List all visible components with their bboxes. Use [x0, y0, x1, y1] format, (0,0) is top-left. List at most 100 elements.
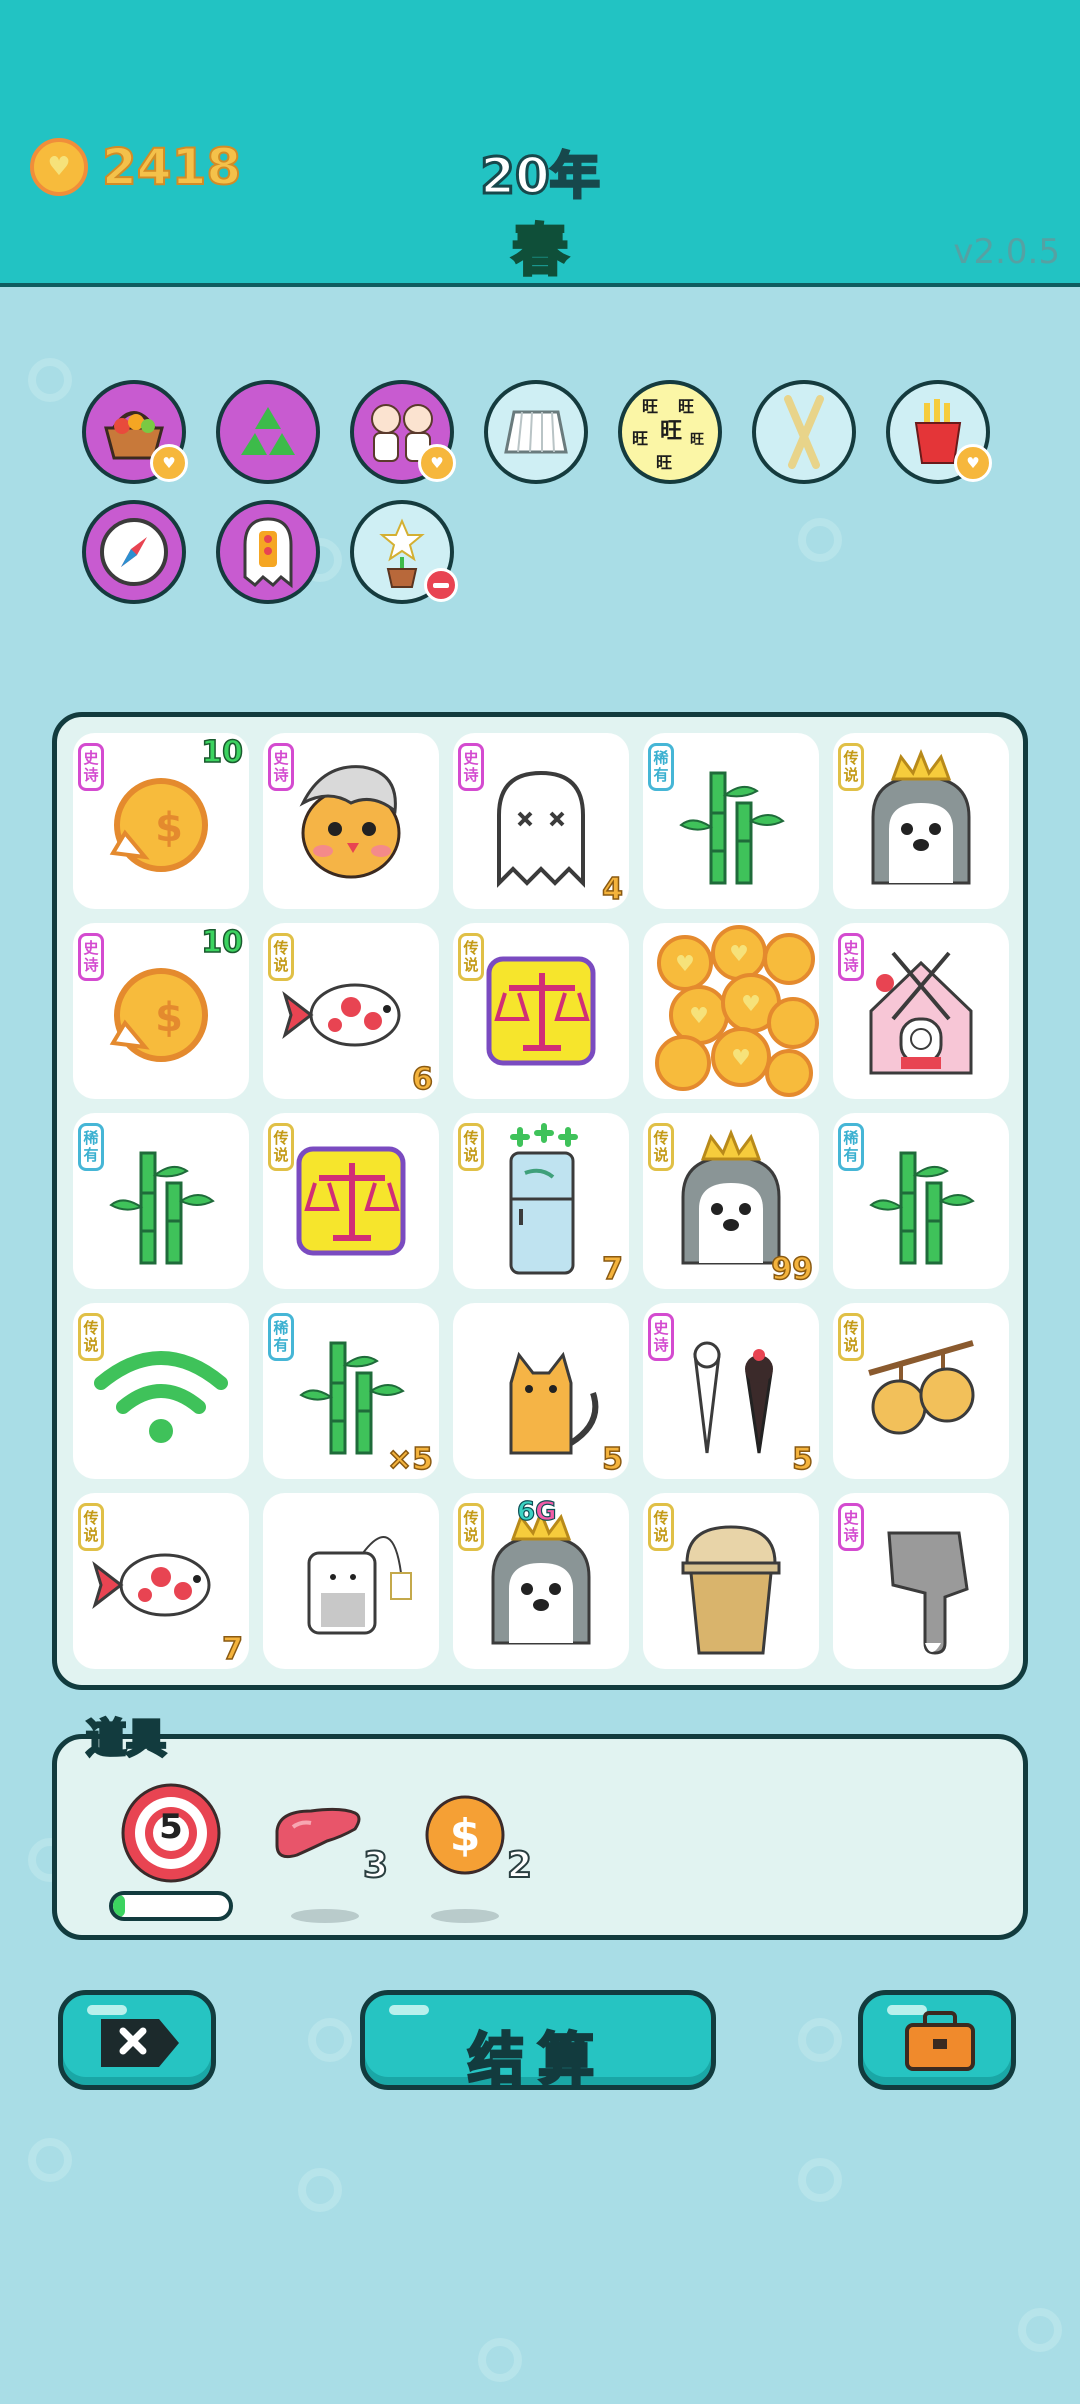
svg-text:♥: ♥ [741, 992, 761, 1017]
briefcase-button[interactable] [858, 1990, 1016, 2090]
settle-button[interactable]: 结算 [360, 1990, 716, 2095]
svg-text:♥: ♥ [689, 1004, 709, 1029]
rarity-badge: 史诗 [648, 1313, 674, 1361]
king-husky-tile[interactable]: 传说 [833, 733, 1009, 909]
rarity-badge: 史诗 [838, 1503, 864, 1551]
gold-coin-tile[interactable]: $ 史诗 10 [73, 733, 249, 909]
rarity-badge: 史诗 [78, 933, 104, 981]
bamboo-tile[interactable]: 稀有 [643, 733, 819, 909]
rabbit-house-tile[interactable]: 史诗 [833, 923, 1009, 1099]
coin-pile-tile[interactable]: ♥ ♥ ♥ ♥ ♥ [643, 923, 819, 1099]
compass-icon[interactable] [82, 500, 186, 604]
svg-text:旺: 旺 [656, 453, 672, 472]
coin-count: 2 [506, 1844, 533, 1887]
svg-text:$: $ [155, 805, 183, 851]
rarity-badge: 传说 [78, 1313, 104, 1361]
season-label: 春 [511, 218, 570, 286]
svg-text:旺: 旺 [632, 429, 648, 448]
tile-count: 99 [771, 1251, 814, 1288]
tile-count: 5 [791, 1441, 813, 1478]
rarity-badge: 史诗 [78, 743, 104, 791]
ice-cream-tile[interactable]: 史诗 5 [643, 1303, 819, 1479]
tile-count: 5 [601, 1441, 623, 1478]
tea-bag-icon [307, 1536, 412, 1635]
grey-hair-chick-tile[interactable]: 史诗 [263, 733, 439, 909]
fridge-tile[interactable]: 传说 7 [453, 1113, 629, 1289]
tea-bag-tile[interactable] [263, 1493, 439, 1669]
svg-text:$: $ [155, 995, 183, 1041]
svg-text:旺: 旺 [642, 397, 658, 416]
skirt-icon[interactable] [484, 380, 588, 484]
rarity-badge: 稀有 [838, 1123, 864, 1171]
svg-text:旺: 旺 [660, 419, 682, 444]
version-label: v2.0.5 [953, 232, 1060, 272]
liver-item[interactable]: 3 [271, 1801, 389, 1923]
svg-text:♥: ♥ [731, 1046, 751, 1071]
rarity-badge: 史诗 [838, 933, 864, 981]
scales-tile[interactable]: 传说 [263, 1113, 439, 1289]
rarity-badge: 传说 [648, 1123, 674, 1171]
coin-pile-icon: ♥ ♥ ♥ ♥ ♥ [655, 925, 819, 1097]
rarity-badge: 传说 [268, 1123, 294, 1171]
rarity-badge: 传说 [838, 1313, 864, 1361]
dart-progress-fill [113, 1895, 125, 1917]
rarity-badge: 传说 [458, 933, 484, 981]
king-husky-tile[interactable]: 传说 6G [453, 1493, 629, 1669]
cat-tile[interactable]: 5 [453, 1303, 629, 1479]
dart-value: 5 [159, 1807, 183, 1847]
wang-text-icon[interactable]: 旺旺旺旺旺旺 [618, 380, 722, 484]
chopsticks-icon[interactable] [752, 380, 856, 484]
svg-text:旺: 旺 [690, 432, 704, 448]
briefcase-icon [905, 2011, 975, 2071]
year-label: 20年 [479, 146, 602, 207]
liver-count: 3 [362, 1844, 389, 1887]
rarity-badge: 稀有 [648, 743, 674, 791]
items-panel: 5 3 $ 2 [52, 1734, 1028, 1940]
close-button[interactable] [58, 1990, 216, 2090]
bubble-tea-tile[interactable]: 传说 [643, 1493, 819, 1669]
svg-text:旺: 旺 [678, 397, 694, 416]
liver-icon [275, 1807, 361, 1859]
rarity-badge: 传说 [458, 1123, 484, 1171]
tile-count: 7 [221, 1631, 243, 1668]
rarity-badge: 传说 [78, 1503, 104, 1551]
recycle-icon[interactable] [216, 380, 320, 484]
tile-count: 7 [601, 1251, 623, 1288]
tile-count: 10 [201, 734, 244, 771]
settle-label: 结算 [467, 2027, 608, 2095]
bamboo-tile[interactable]: 稀有 [73, 1113, 249, 1289]
scales-tile[interactable]: 传说 [453, 923, 629, 1099]
dart-progress-bar [109, 1891, 233, 1921]
fruit-branch-tile[interactable]: 传说 [833, 1303, 1009, 1479]
rarity-badge: 稀有 [78, 1123, 104, 1171]
king-husky-tile[interactable]: 传说 99 [643, 1113, 819, 1289]
tile-count: 10 [201, 924, 244, 961]
rarity-badge: 传说 [268, 933, 294, 981]
items-panel-title: 道具 [85, 1715, 168, 1764]
dollar-coin-item[interactable]: $ 2 [423, 1793, 533, 1923]
koi-fish-tile[interactable]: 传说 7 [73, 1493, 249, 1669]
ghost-tile[interactable]: 史诗 4 [453, 733, 629, 909]
rarity-badge: 传说 [458, 1503, 484, 1551]
bamboo-tile[interactable]: 稀有 [833, 1113, 1009, 1289]
twin-girls-icon[interactable]: ♥ [350, 380, 456, 484]
tile-count: 4 [601, 871, 623, 908]
tile-count: ×5 [386, 1441, 434, 1478]
pointing-finger-tile[interactable]: 史诗 [833, 1493, 1009, 1669]
koi-fish-tile[interactable]: 传说 6 [263, 923, 439, 1099]
wifi-tile[interactable]: 传说 [73, 1303, 249, 1479]
dollar-coin-icon: $ [425, 1795, 505, 1875]
ghost-traffic-light-icon[interactable] [216, 500, 320, 604]
french-fries-icon[interactable]: ♥ [886, 380, 992, 484]
potted-flower-icon[interactable] [350, 500, 458, 604]
rarity-badge: 传说 [648, 1503, 674, 1551]
gold-coin-tile[interactable]: $ 史诗 10 [73, 923, 249, 1099]
tile-count: 6 [411, 1061, 433, 1098]
rarity-badge: 史诗 [268, 743, 294, 791]
rarity-badge: 传说 [838, 743, 864, 791]
fruit-basket-icon[interactable]: ♥ [82, 380, 188, 484]
dart-target-item[interactable]: 5 [109, 1781, 233, 1921]
bamboo-tile[interactable]: 稀有 ×5 [263, 1303, 439, 1479]
tile-count: 6G [516, 1496, 557, 1527]
rarity-badge: 史诗 [458, 743, 484, 791]
